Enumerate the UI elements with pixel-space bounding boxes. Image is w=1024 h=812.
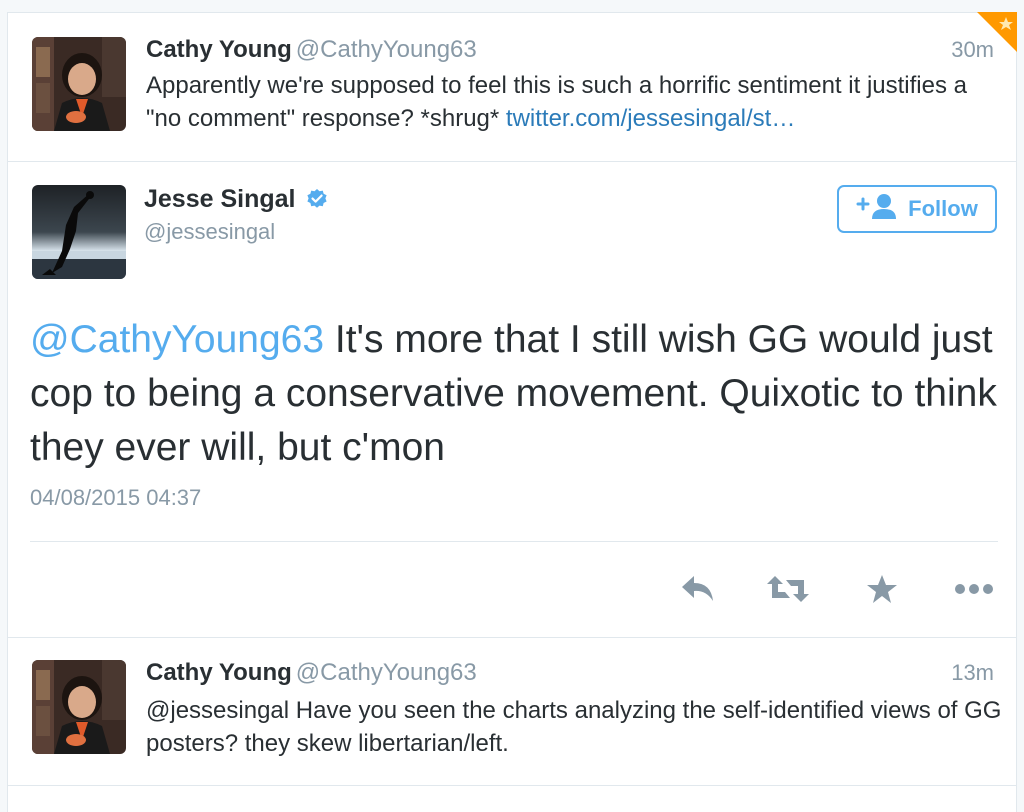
author-name-text: Jesse Singal: [144, 185, 296, 213]
tweet-time[interactable]: 13m: [951, 658, 994, 688]
tweet-header: Cathy Young @CathyYoung63: [146, 35, 477, 65]
retweet-button[interactable]: [766, 573, 810, 609]
reply-icon: [680, 574, 716, 609]
tweet-text: @jessesingal Have you seen the charts an…: [146, 697, 1002, 757]
reply-tweet[interactable]: Cathy Young @CathyYoung63 13m @jessesinga…: [8, 638, 1016, 786]
retweet-icon: [766, 574, 810, 609]
divider: [30, 541, 998, 542]
avatar-jesse-singal[interactable]: [32, 185, 126, 279]
tweet-header: Cathy Young @CathyYoung63: [146, 658, 477, 688]
tweet-timestamp[interactable]: 04/08/2015 04:37: [30, 483, 201, 513]
author-handle[interactable]: @CathyYoung63: [296, 659, 477, 686]
follow-user-icon: [856, 192, 898, 226]
more-icon: [954, 582, 994, 600]
favorited-corner-icon: [977, 12, 1017, 52]
more-button[interactable]: [952, 573, 996, 609]
follow-label: Follow: [908, 196, 978, 221]
author-name[interactable]: Cathy Young: [146, 36, 292, 63]
favorite-icon: [866, 574, 898, 609]
tweet-link[interactable]: twitter.com/jessesingal/st…: [506, 105, 795, 132]
conversation-panel: Cathy Young @CathyYoung63 30m Apparently …: [7, 12, 1017, 812]
author-handle[interactable]: @CathyYoung63: [296, 36, 477, 63]
verified-badge-icon: [306, 186, 328, 218]
main-tweet: Jesse Singal @jessesingal Follow @CathyY…: [8, 163, 1016, 637]
tweet-above[interactable]: Cathy Young @CathyYoung63 30m Apparently …: [8, 12, 1017, 161]
avatar-cathy-young[interactable]: [32, 37, 126, 131]
favorite-button[interactable]: [860, 573, 904, 609]
avatar-cathy-young[interactable]: [32, 660, 126, 754]
tweet-text: @CathyYoung63 It's more that I still wis…: [30, 313, 1000, 475]
reply-button[interactable]: [676, 573, 720, 609]
tweet-text: Apparently we're supposed to feel this i…: [146, 69, 1006, 135]
author-handle[interactable]: @jessesingal: [144, 217, 275, 247]
author-name[interactable]: Jesse Singal: [144, 183, 328, 218]
divider: [8, 785, 1016, 786]
tweet-mention[interactable]: @CathyYoung63: [30, 318, 324, 361]
divider: [8, 161, 1016, 162]
author-name[interactable]: Cathy Young: [146, 659, 292, 686]
follow-button[interactable]: Follow: [837, 185, 997, 233]
